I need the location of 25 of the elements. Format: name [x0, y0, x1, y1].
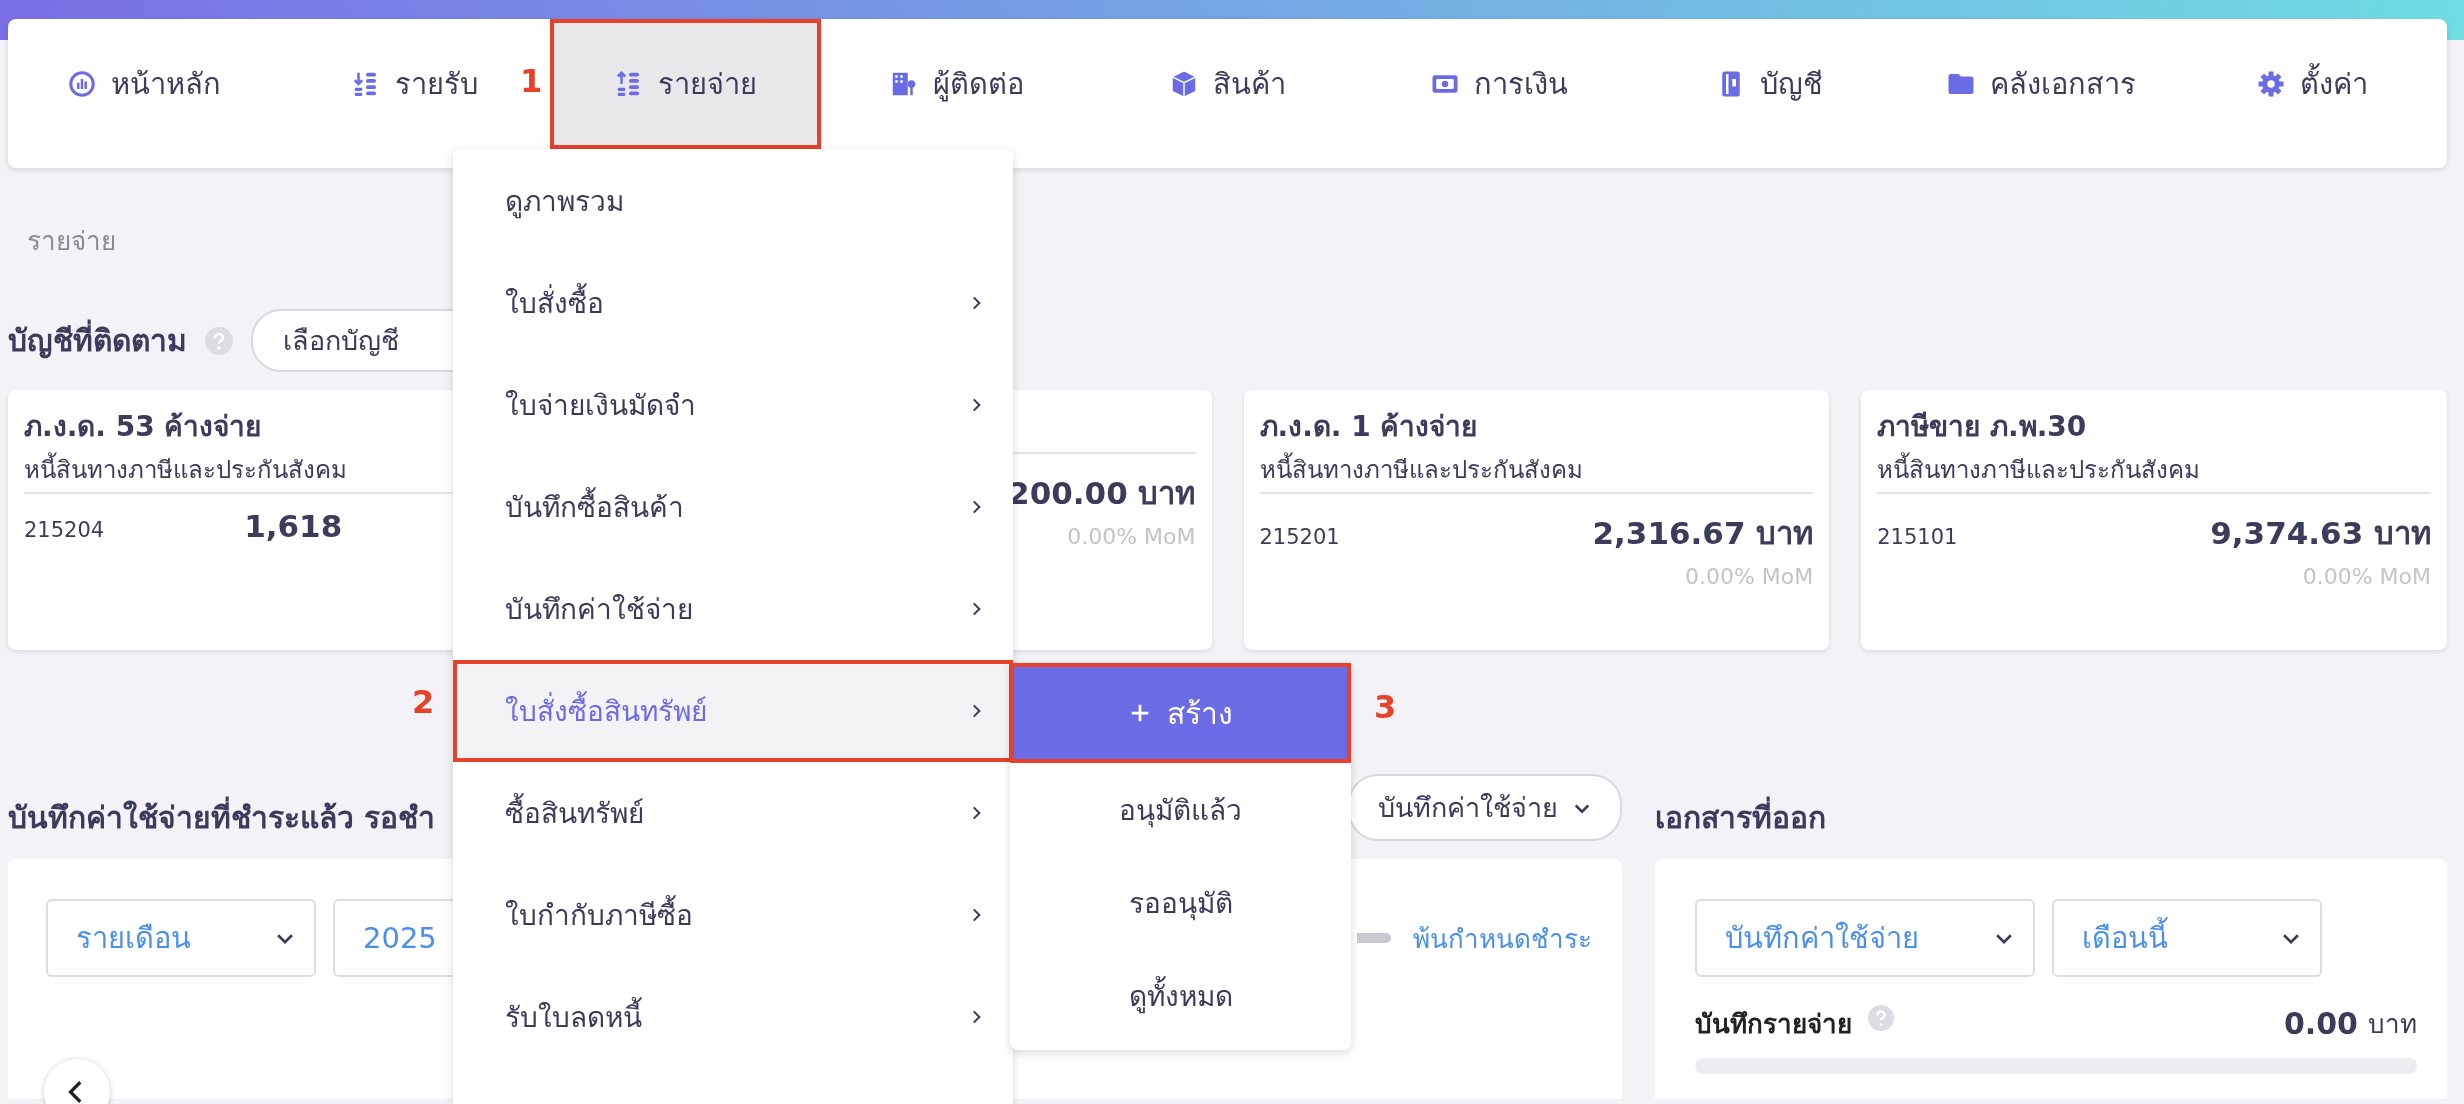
step-number: 2: [412, 683, 435, 721]
account-category: หนี้สินทางภาษีและประกันสังคม: [1259, 450, 1814, 486]
account-title: ภ.ง.ด. 53 ค้างจ่าย: [24, 409, 263, 444]
section-title: บัญชีที่ติดตาม: [8, 317, 187, 364]
step-number: 1: [520, 62, 543, 100]
section-title: บันทึกค่าใช้จ่ายที่ชำระแล้ว รอชำ: [8, 794, 436, 841]
account-amount: 9,374.63 บาท: [2210, 514, 2431, 553]
currency-unit: บาท: [2368, 1008, 2417, 1041]
account-title: ภ.ง.ด. 1 ค้างจ่าย: [1259, 409, 1479, 444]
stat-label: บันทึกรายจ่าย: [1695, 1008, 1852, 1041]
section-title: เอกสารที่ออก: [1655, 794, 1826, 841]
account-amount: 2,316.67 บาท: [1592, 514, 1814, 553]
account-category: หนี้สินทางภาษีและประกันสังคม: [1877, 450, 2431, 486]
month-change: 0.00% MoM: [2301, 564, 2431, 589]
account-code: 215204: [24, 518, 105, 542]
account-code: 215201: [1259, 525, 1340, 549]
account-category: หนี้สินทางภาษีและประกันสังคม: [24, 450, 578, 486]
month-change: 0.00% MoM: [1066, 524, 1196, 549]
stat-value: 0.00: [2283, 1006, 2358, 1041]
account-amount: 200.00 บาท: [1008, 474, 1196, 513]
step-number: 3: [1374, 688, 1397, 726]
account-amount: 1,618: [244, 508, 343, 544]
account-code: 215101: [1877, 525, 1958, 549]
month-change: 0.00% MoM: [1683, 564, 1814, 589]
account-title: ภาษีขาย ภ.พ.30: [1877, 409, 2088, 444]
